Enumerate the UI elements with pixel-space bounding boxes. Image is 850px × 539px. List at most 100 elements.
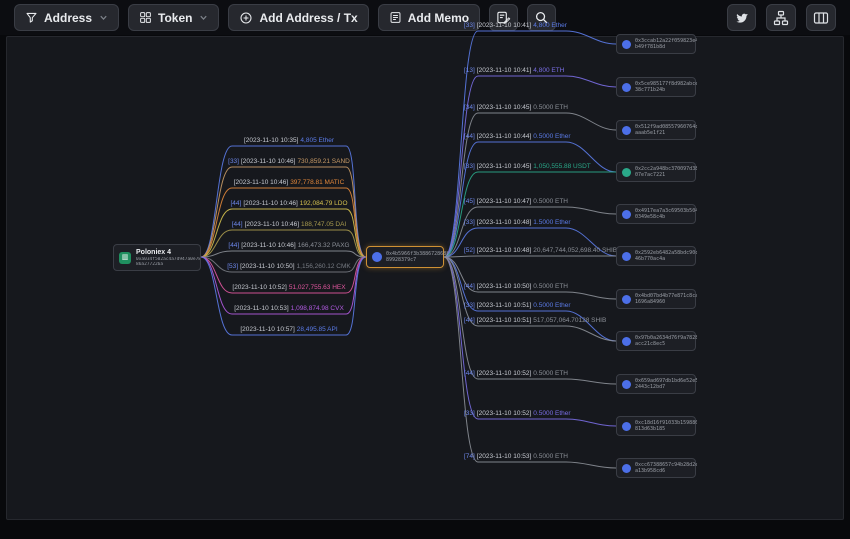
address-avatar-icon bbox=[622, 252, 631, 261]
address-node[interactable]: 0x3ccab12a22f059823e4b89e22da7ccb49f781b… bbox=[616, 34, 696, 54]
address-node[interactable]: 0x2592eb6482a58bdc90c141c478bc1846b770ac… bbox=[616, 246, 696, 266]
transfer-edge-label[interactable]: [44][2023-11-10 10:46]192,084.79 LDO bbox=[218, 199, 360, 209]
amount: 20,647,744,052,698.40 SHIB bbox=[533, 247, 617, 254]
timestamp: [2023-11-10 10:45] bbox=[477, 104, 531, 111]
tx-count: [45] bbox=[464, 198, 475, 205]
address-line2: 1696a84960 bbox=[635, 299, 697, 305]
amount: 4,800 ETH bbox=[533, 67, 564, 74]
amount: 0.5000 Ether bbox=[533, 302, 570, 309]
address-node[interactable]: 0x97b0a2634d76f9a782832d0c3123a3acc21c8e… bbox=[616, 331, 696, 351]
transfer-edge-label[interactable]: [44][2023-11-10 10:50]0.5000 ETH bbox=[464, 282, 580, 292]
address-node[interactable]: 0x2cc2a948bc370097d38058c022cf0807e7ac72… bbox=[616, 162, 696, 182]
amount: 517,057,064.70128 SHIB bbox=[533, 317, 606, 324]
address-node[interactable]: 0x4917ea7a3c69503b504b11b817bdd20349e58c… bbox=[616, 204, 696, 224]
add-address-tx-button[interactable]: Add Address / Tx bbox=[228, 4, 368, 31]
source-address-node[interactable]: ▥ Poloniex 4 0xa034f502ac4a7d947a0e78C17… bbox=[113, 244, 201, 271]
amount: 1,050,555.88 USDT bbox=[533, 163, 590, 170]
add-address-tx-label: Add Address / Tx bbox=[259, 11, 357, 25]
address-avatar-icon bbox=[622, 380, 631, 389]
timestamp: [2023-11-10 10:52] bbox=[477, 410, 531, 417]
transfer-edge-label[interactable]: [52][2023-11-10 10:48]20,647,744,052,698… bbox=[464, 246, 580, 256]
transfer-edge-label[interactable]: [53][2023-11-10 10:50]1,156,260.12 CMK bbox=[218, 262, 360, 272]
tx-count: [52] bbox=[464, 247, 475, 254]
bird-icon bbox=[734, 10, 749, 25]
token-filter-button[interactable]: Token bbox=[128, 4, 219, 31]
address-node[interactable]: 0xc18d16f91033b159880167d9ca1c2f813d63b1… bbox=[616, 416, 696, 436]
transfer-edge-label[interactable]: [33][2023-11-10 10:48]1.5000 Ether bbox=[464, 218, 580, 228]
tx-count: [33] bbox=[464, 302, 475, 309]
timestamp: [2023-11-10 10:52] bbox=[477, 370, 531, 377]
flow-graph-button[interactable] bbox=[766, 4, 796, 31]
amount: 0.5000 Ether bbox=[533, 410, 570, 417]
tx-count: [53] bbox=[227, 263, 238, 270]
transfer-edge-label[interactable]: [33][2023-11-10 10:45]1,050,555.88 USDT bbox=[464, 162, 580, 172]
transfer-edge-label[interactable]: [44][2023-11-10 10:46]166,473.32 PAXG bbox=[218, 241, 360, 251]
timestamp: [2023-11-10 10:53] bbox=[234, 305, 288, 312]
address-node[interactable]: 0xcc67388657c94b28d2e085a83a0a97a13b958c… bbox=[616, 458, 696, 478]
address-line2: aaab5e1f21 bbox=[635, 130, 697, 136]
amount: 51,027,755.63 HEX bbox=[289, 284, 346, 291]
transfer-edge-label[interactable]: [2023-11-10 10:57]28,495.85 API bbox=[218, 325, 360, 335]
transfer-edge-label[interactable]: [2023-11-10 10:46]397,778.81 MATIC bbox=[218, 178, 360, 188]
address-avatar-icon bbox=[622, 337, 631, 346]
timestamp: [2023-11-10 10:41] bbox=[477, 22, 531, 29]
amount: 1,098,874.98 CVX bbox=[291, 305, 344, 312]
address-node[interactable]: 0x5ce985177f8d982abce877b347826838c771b2… bbox=[616, 77, 696, 97]
timestamp: [2023-11-10 10:41] bbox=[477, 67, 531, 74]
address-line2: 07e7ac7221 bbox=[635, 172, 697, 178]
timestamp: [2023-11-10 10:52] bbox=[232, 284, 286, 291]
tx-count: [33] bbox=[228, 158, 239, 165]
panel-layout-button[interactable] bbox=[806, 4, 836, 31]
transfer-edge-label[interactable]: [34][2023-11-10 10:45]0.5000 ETH bbox=[464, 103, 580, 113]
amount: 4,800 Ether bbox=[533, 22, 567, 29]
transfer-edge-label[interactable]: [2023-11-10 10:53]1,098,874.98 CVX bbox=[218, 304, 360, 314]
transfer-edge-label[interactable]: [33][2023-11-10 10:46]730,859.21 SAND bbox=[218, 157, 360, 167]
transfer-edge-label[interactable]: [33][2023-11-10 10:51]0.5000 Ether bbox=[464, 301, 580, 311]
share-bird-button[interactable] bbox=[727, 4, 756, 31]
plus-circle-icon bbox=[239, 11, 253, 25]
add-memo-label: Add Memo bbox=[408, 11, 469, 25]
selected-address-node[interactable]: 0x4b5966f3b38867286882265d111c5a6 899283… bbox=[366, 246, 444, 268]
timestamp: [2023-11-10 10:57] bbox=[240, 326, 294, 333]
transfer-edge-label[interactable]: [44][2023-11-10 10:46]188,747.05 DAI bbox=[218, 220, 360, 230]
address-line2: b49f781b8d bbox=[635, 44, 697, 50]
center-address-line2: 89928379c7 bbox=[386, 257, 448, 263]
transfer-edge-label[interactable]: [33][2023-11-10 10:41]4,800 Ether bbox=[464, 21, 580, 31]
transfer-edge-label[interactable]: [44][2023-11-10 10:52]0.5000 ETH bbox=[464, 369, 580, 379]
address-line2: 2443c12bd7 bbox=[635, 384, 697, 390]
transfer-edge-label[interactable]: [44][2023-11-10 10:51]517,057,064.70128 … bbox=[464, 316, 580, 326]
graph-canvas[interactable] bbox=[6, 36, 844, 520]
timestamp: [2023-11-10 10:53] bbox=[477, 453, 531, 460]
amount: 1.5000 Ether bbox=[533, 219, 570, 226]
address-avatar-icon bbox=[622, 295, 631, 304]
panel-layout-icon bbox=[813, 10, 829, 26]
filter-icon bbox=[25, 11, 38, 24]
address-avatar-icon bbox=[622, 83, 631, 92]
transfer-edge-label[interactable]: [13][2023-11-10 10:41]4,800 ETH bbox=[464, 66, 580, 76]
address-filter-label: Address bbox=[44, 11, 92, 25]
amount: 0.5000 ETH bbox=[533, 104, 568, 111]
address-line2: a13b958cd6 bbox=[635, 468, 697, 474]
address-line2: 46b770ac4a bbox=[635, 256, 697, 262]
transfer-edge-label[interactable]: [2023-11-10 10:52]51,027,755.63 HEX bbox=[218, 283, 360, 293]
transfer-edge-label[interactable]: [74][2023-11-10 10:53]0.5000 ETH bbox=[464, 452, 580, 462]
amount: 397,778.81 MATIC bbox=[290, 179, 344, 186]
tx-count: [33] bbox=[464, 22, 475, 29]
transfer-edge-label[interactable]: [33][2023-11-10 10:52]0.5000 Ether bbox=[464, 409, 580, 419]
timestamp: [2023-11-10 10:50] bbox=[477, 283, 531, 290]
transfer-edge-label[interactable]: [45][2023-11-10 10:47]0.5000 ETH bbox=[464, 197, 580, 207]
address-filter-button[interactable]: Address bbox=[14, 4, 119, 31]
transfer-edge-label[interactable]: [2023-11-10 10:35]4,805 Ether bbox=[218, 136, 360, 146]
address-line2: 38c771b24b bbox=[635, 87, 697, 93]
tx-count: [74] bbox=[464, 453, 475, 460]
address-line2: acc21c8ec5 bbox=[635, 341, 697, 347]
address-node[interactable]: 0x512f9ad08557960764cb98d86c182daaab5e1f… bbox=[616, 120, 696, 140]
timestamp: [2023-11-10 10:51] bbox=[477, 317, 531, 324]
tx-count: [44] bbox=[231, 200, 242, 207]
amount: 4,805 Ether bbox=[300, 137, 334, 144]
address-node[interactable]: 0x4bd07bd4b77e871c8ca79e9f8ad8481696a849… bbox=[616, 289, 696, 309]
amount: 28,495.85 API bbox=[297, 326, 338, 333]
tx-count: [33] bbox=[464, 410, 475, 417]
transfer-edge-label[interactable]: [44][2023-11-10 10:44]0.5000 Ether bbox=[464, 132, 580, 142]
address-node[interactable]: 0x659ad697db1bd6e52e5e7278d91c7b2443c12b… bbox=[616, 374, 696, 394]
